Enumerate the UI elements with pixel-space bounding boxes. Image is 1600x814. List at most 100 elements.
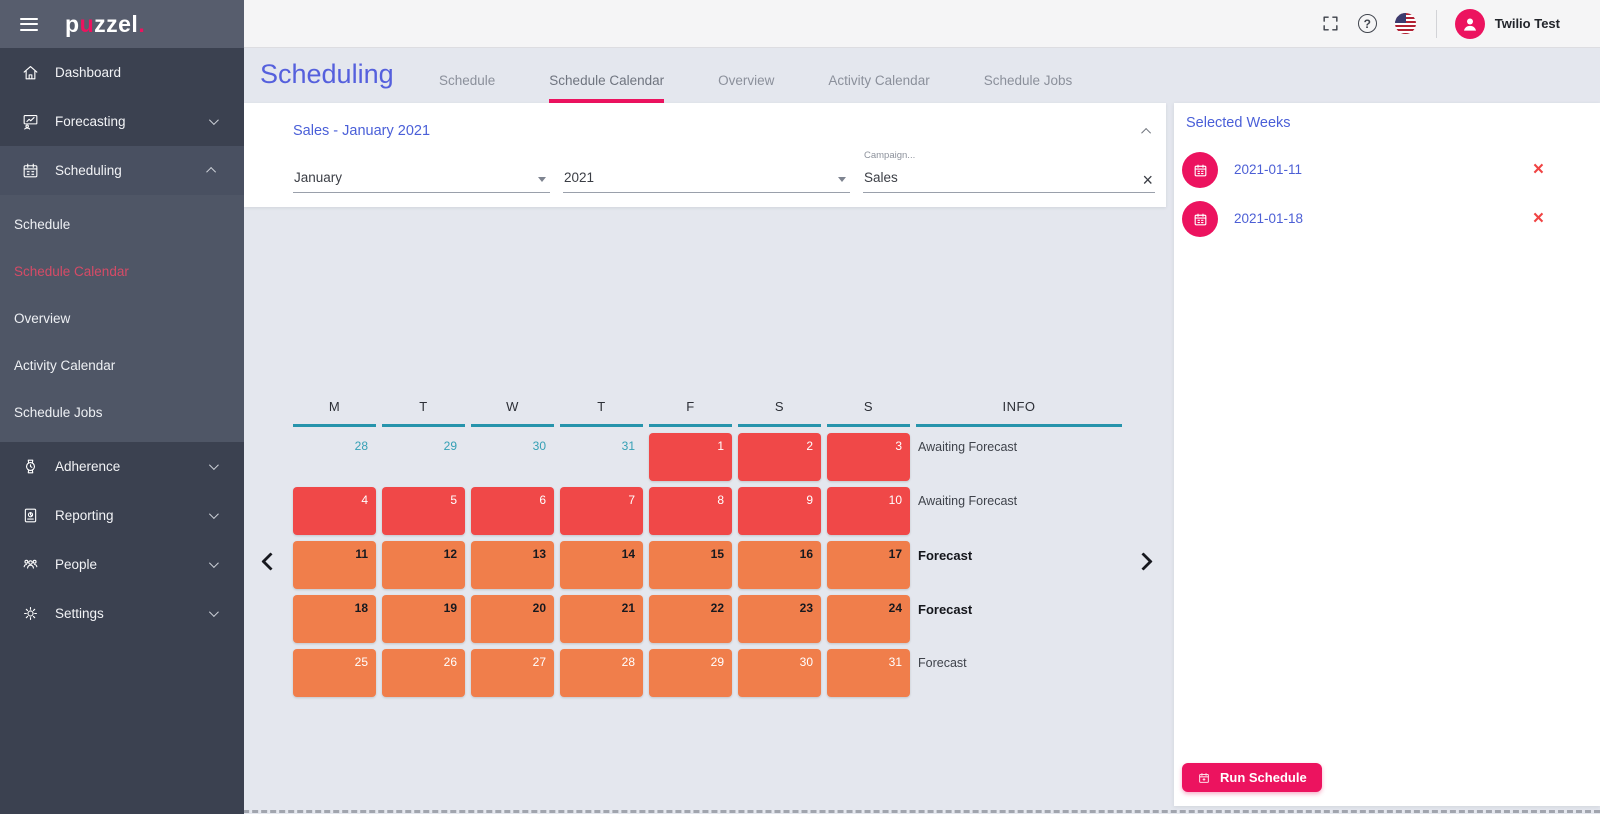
submenu-item-activity-calendar[interactable]: Activity Calendar: [0, 342, 244, 389]
submenu-item-overview[interactable]: Overview: [0, 295, 244, 342]
schedule-calendar: M T W T F S S INFO 28 29 30 31 1 2 3 Awaiting F…: [244, 207, 1166, 814]
fullscreen-icon[interactable]: [1321, 14, 1340, 33]
collapse-panel-button[interactable]: [1141, 122, 1152, 140]
user-name[interactable]: Twilio Test: [1495, 16, 1560, 31]
chevron-right-icon: [1133, 551, 1153, 571]
calendar-day-cell-20[interactable]: 20: [471, 595, 554, 643]
user-avatar[interactable]: [1454, 8, 1485, 39]
calendar-day-cell-23[interactable]: 23: [738, 595, 821, 643]
campaign-field-label: Campaign...: [864, 150, 916, 161]
calendar-day-cell-6[interactable]: 6: [471, 487, 554, 535]
calendar-day-cell-5[interactable]: 5: [382, 487, 465, 535]
calendar-day-cell-17[interactable]: 17: [827, 541, 910, 589]
calendar-day-cell-16[interactable]: 16: [738, 541, 821, 589]
report-icon: [20, 506, 40, 526]
sidebar-item-people[interactable]: People: [0, 540, 244, 589]
calendar-day-cell-8[interactable]: 8: [649, 487, 732, 535]
remove-week-icon[interactable]: ×: [1533, 160, 1544, 179]
submenu-item-schedule[interactable]: Schedule: [0, 201, 244, 248]
calendar-day-cell-31[interactable]: 31: [560, 433, 643, 481]
sidebar-item-label: Forecasting: [55, 114, 126, 129]
calendar-day-cell-10[interactable]: 10: [827, 487, 910, 535]
calendar-day-cell-26[interactable]: 26: [382, 649, 465, 697]
calendar-day-cell-7[interactable]: 7: [560, 487, 643, 535]
calendar-day-cell-28[interactable]: 28: [560, 649, 643, 697]
sidebar-item-adherence[interactable]: Adherence: [0, 442, 244, 491]
help-icon[interactable]: ?: [1357, 14, 1377, 33]
submenu-item-schedule-jobs[interactable]: Schedule Jobs: [0, 389, 244, 436]
calendar-day-cell-3[interactable]: 3: [827, 433, 910, 481]
day-number: 11: [355, 547, 368, 561]
logo-text-accent: u: [79, 10, 95, 37]
run-schedule-label: Run Schedule: [1220, 770, 1307, 785]
sidebar-item-forecasting[interactable]: Forecasting: [0, 97, 244, 146]
year-select[interactable]: 2021: [563, 163, 850, 193]
sidebar-item-reporting[interactable]: Reporting: [0, 491, 244, 540]
tab-schedule-jobs[interactable]: Schedule Jobs: [957, 73, 1100, 103]
month-select[interactable]: January: [293, 163, 550, 193]
calendar-day-cell-25[interactable]: 25: [293, 649, 376, 697]
calendar-day-cell-14[interactable]: 14: [560, 541, 643, 589]
page-title: Scheduling: [260, 59, 394, 89]
calendar-day-cell-13[interactable]: 13: [471, 541, 554, 589]
tab-bar: Schedule Schedule Calendar Overview Acti…: [412, 73, 1099, 103]
calendar-day-cell-28[interactable]: 28: [293, 433, 376, 481]
campaign-field[interactable]: Campaign... Sales ×: [863, 150, 1155, 193]
day-number: 12: [443, 547, 457, 561]
day-number: 30: [532, 439, 546, 453]
calendar-day-cell-18[interactable]: 18: [293, 595, 376, 643]
clear-campaign-icon[interactable]: ×: [1142, 171, 1153, 189]
remove-week-icon[interactable]: ×: [1533, 209, 1544, 228]
calendar-day-cell-31[interactable]: 31: [827, 649, 910, 697]
submenu-item-schedule-calendar[interactable]: Schedule Calendar: [0, 248, 244, 295]
selected-week-date[interactable]: 2021-01-11: [1234, 162, 1302, 177]
info-header: INFO: [916, 399, 1122, 427]
chevron-down-icon: [208, 115, 219, 126]
calendar-day-cell-19[interactable]: 19: [382, 595, 465, 643]
calendar-day-cell-30[interactable]: 30: [738, 649, 821, 697]
next-month-button[interactable]: [1130, 548, 1156, 574]
campaign-field-value: Sales: [864, 170, 898, 185]
home-icon: [20, 63, 40, 83]
calendar-day-cell-21[interactable]: 21: [560, 595, 643, 643]
day-number: 13: [532, 547, 546, 561]
tab-schedule[interactable]: Schedule: [412, 73, 522, 103]
calendar-day-cell-1[interactable]: 1: [649, 433, 732, 481]
day-number: 19: [443, 601, 457, 615]
day-number: 27: [532, 655, 546, 669]
topbar-actions: ? Twilio Test: [244, 0, 1600, 48]
calendar-day-cell-24[interactable]: 24: [827, 595, 910, 643]
day-number: 29: [443, 439, 457, 453]
tab-activity-calendar[interactable]: Activity Calendar: [801, 73, 956, 103]
tab-overview[interactable]: Overview: [691, 73, 801, 103]
calendar-day-cell-29[interactable]: 29: [382, 433, 465, 481]
calendar-day-cell-9[interactable]: 9: [738, 487, 821, 535]
language-flag-icon[interactable]: [1394, 13, 1416, 34]
calendar-day-cell-12[interactable]: 12: [382, 541, 465, 589]
calendar-day-cell-11[interactable]: 11: [293, 541, 376, 589]
day-number: 24: [888, 601, 902, 615]
sidebar-item-scheduling[interactable]: Scheduling: [0, 146, 244, 195]
hamburger-menu-icon[interactable]: [20, 14, 38, 34]
calendar-day-cell-22[interactable]: 22: [649, 595, 732, 643]
sidebar-item-dashboard[interactable]: Dashboard: [0, 48, 244, 97]
calendar-day-cell-29[interactable]: 29: [649, 649, 732, 697]
sidebar-item-label: Scheduling: [55, 163, 122, 178]
chevron-down-icon: [208, 509, 219, 520]
calendar-day-cell-4[interactable]: 4: [293, 487, 376, 535]
calendar-day-cell-2[interactable]: 2: [738, 433, 821, 481]
chevron-left-icon: [260, 551, 280, 571]
day-header: T: [560, 399, 643, 427]
calendar-day-cell-15[interactable]: 15: [649, 541, 732, 589]
day-header: F: [649, 399, 732, 427]
tab-schedule-calendar[interactable]: Schedule Calendar: [522, 73, 691, 103]
run-schedule-button[interactable]: Run Schedule: [1182, 763, 1322, 792]
sidebar-item-settings[interactable]: Settings: [0, 589, 244, 638]
chevron-down-icon: [208, 558, 219, 569]
calendar-day-cell-27[interactable]: 27: [471, 649, 554, 697]
selected-week-date[interactable]: 2021-01-18: [1234, 211, 1303, 226]
dropdown-caret-icon: [838, 177, 846, 182]
calendar-day-cell-30[interactable]: 30: [471, 433, 554, 481]
day-header: T: [382, 399, 465, 427]
previous-month-button[interactable]: [257, 548, 283, 574]
